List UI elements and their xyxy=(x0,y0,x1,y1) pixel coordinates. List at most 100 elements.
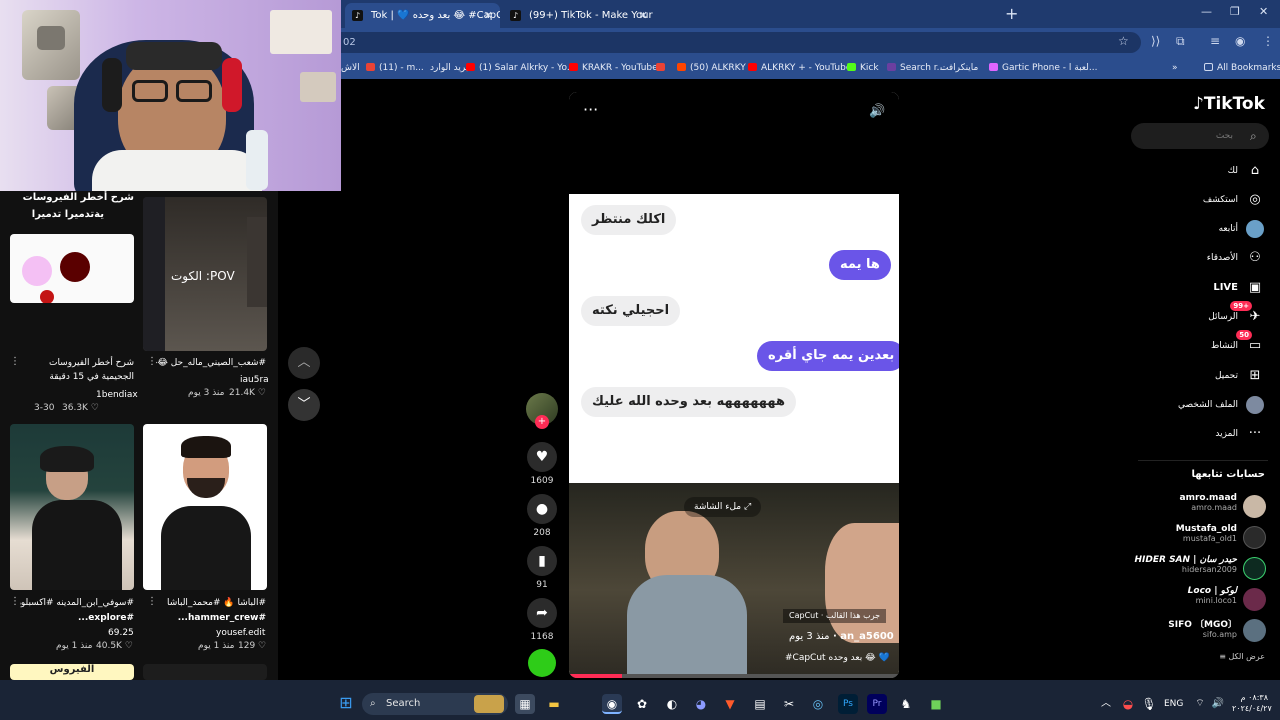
app-icon[interactable]: ✿ xyxy=(632,694,652,714)
chevron-up-icon[interactable]: ︿ xyxy=(1096,694,1116,714)
sidebar-item-profile[interactable]: الملف الشخصي xyxy=(1140,395,1266,415)
close-window-icon[interactable]: ✕ xyxy=(1259,5,1268,18)
bookmark-item[interactable]: Kick xyxy=(847,61,879,75)
comment-button[interactable]: ● 208 xyxy=(525,494,559,538)
save-button[interactable]: ▮ 91 xyxy=(525,546,559,590)
sidebar-item-live[interactable]: ▣ LIVE xyxy=(1140,278,1266,298)
sidebar-item-explore[interactable]: ◎ استكشف xyxy=(1140,190,1266,210)
close-icon[interactable]: ✕ xyxy=(639,3,648,28)
follow-plus-icon[interactable]: + xyxy=(535,415,549,429)
task-view-icon[interactable]: ▦ xyxy=(515,694,535,714)
premiere-icon[interactable]: Pr xyxy=(867,694,887,714)
puzzle-icon[interactable]: ⧉ xyxy=(1176,34,1185,49)
wifi-icon[interactable]: ⌔ xyxy=(1190,694,1210,714)
video-player[interactable]: ··· 🔊 اكلك منتظر ها يمه احجيلي نكته بعدي… xyxy=(569,92,899,678)
capcut-icon[interactable]: ✂ xyxy=(779,694,799,714)
video-thumbnail[interactable] xyxy=(143,424,267,590)
fill-screen-button[interactable]: ملء الشاشة ⤢ xyxy=(684,497,762,517)
volume-icon[interactable]: 🔊 xyxy=(869,104,885,119)
windows-start-icon[interactable]: ⊞ xyxy=(336,693,356,713)
all-bookmarks[interactable]: All Bookmarks xyxy=(1204,61,1280,75)
bookmark-item[interactable]: KRAKR - YouTube xyxy=(569,61,658,75)
bookmark-item[interactable]: Search r... xyxy=(887,61,945,75)
more-icon[interactable]: ⋮ xyxy=(10,596,20,607)
bookmark-item[interactable]: Gartic Phone - لعبة ا... xyxy=(989,61,1097,75)
author-row[interactable]: منذ 3 يوم · an_a5600 xyxy=(789,631,894,642)
capcut-template-badge[interactable]: CapCut · جرب هذا القالب xyxy=(783,609,887,623)
sidebar-item-messages[interactable]: ✈ +99 الرسائل xyxy=(1140,301,1266,327)
menu-icon[interactable]: ⋮ xyxy=(1262,34,1274,48)
discord-icon[interactable]: ◕ xyxy=(691,694,711,714)
sidebar-item-upload[interactable]: ⊞ تحميل xyxy=(1140,366,1266,386)
taskbar-search[interactable]: ⌕ Search xyxy=(362,693,508,715)
username[interactable]: yousef.edit xyxy=(216,628,265,638)
like-button[interactable]: ♥ 1609 xyxy=(525,442,559,486)
video-title[interactable]: #الباشا 🔥 #محمد_الباشا xyxy=(156,596,266,611)
bookmark-item[interactable] xyxy=(656,61,669,75)
video-thumbnail[interactable] xyxy=(10,424,134,590)
search-input[interactable]: بحث xyxy=(1131,123,1269,149)
steam-icon[interactable]: ◎ xyxy=(808,694,828,714)
close-icon[interactable]: ✕ xyxy=(484,3,493,28)
video-thumbnail[interactable]: POV: الكوت xyxy=(143,197,267,351)
chevron-right-icon[interactable]: » xyxy=(1172,61,1178,75)
progress-track[interactable] xyxy=(569,674,899,678)
sidebar-item-more[interactable]: ··· المزيد xyxy=(1140,424,1266,444)
bookmark-item[interactable]: الاش xyxy=(341,61,360,75)
restore-icon[interactable]: ❐ xyxy=(1230,5,1240,18)
minecraft-icon[interactable]: ■ xyxy=(926,694,946,714)
star-icon[interactable]: ☆ xyxy=(1118,34,1129,48)
profile-icon[interactable]: ◉ xyxy=(1235,34,1245,48)
photoshop-icon[interactable]: Ps xyxy=(838,694,858,714)
more-options-icon[interactable]: ··· xyxy=(583,100,598,119)
brave-icon[interactable]: ▼ xyxy=(720,694,740,714)
app-icon[interactable]: ♞ xyxy=(896,694,916,714)
sidebar-item-following[interactable]: أتابعه xyxy=(1140,219,1266,239)
language-indicator[interactable]: ENG xyxy=(1164,699,1183,709)
video-title[interactable]: #شعب_الصيني_ماله_حل 😂😂 xyxy=(156,356,266,371)
tiktok-logo[interactable]: ♪TikTok xyxy=(1193,94,1265,114)
following-account[interactable]: Mustafa_old mustafa_old1 xyxy=(1130,524,1268,552)
chevron-up-icon[interactable]: ︿ xyxy=(288,347,320,379)
following-account[interactable]: HIDER SAN | حيدر سان hidersan2009 xyxy=(1130,555,1268,583)
app-icon[interactable]: ▤ xyxy=(750,694,770,714)
video-thumbnail[interactable] xyxy=(10,234,134,303)
file-explorer-icon[interactable]: ▬ xyxy=(544,694,564,714)
bookmark-item[interactable]: ماينكرافت xyxy=(940,61,978,75)
search-icon[interactable]: ⌕ xyxy=(1250,129,1257,144)
bookmark-item[interactable]: (1) Salar Alkrky - Yo... xyxy=(466,61,575,75)
sidebar-item-foryou[interactable]: ⌂ لك xyxy=(1140,161,1266,181)
clock[interactable]: ٠٨:٣٨ م ٢٠٢٤/٠٤/٢٧ xyxy=(1232,692,1272,714)
music-disc-icon[interactable] xyxy=(528,649,556,677)
tab-capcut[interactable]: ♪ Tok | 💙 بعد وحده 😂 #CapCut ✕ xyxy=(345,3,500,28)
share-button[interactable]: ➦ 1168 xyxy=(525,598,559,642)
chevron-down-icon[interactable]: ﹀ xyxy=(288,389,320,421)
sidebar-item-activity[interactable]: ▭ 50 النشاط xyxy=(1140,330,1266,356)
more-icon[interactable]: ⋮ xyxy=(10,356,20,367)
video-title[interactable]: شرح أخطر الفيروسات الجحيمية في 15 دقيقة xyxy=(20,356,134,384)
volume-icon[interactable]: 🔊 xyxy=(1208,694,1228,714)
bookmark-item[interactable]: (11) - m... xyxy=(366,61,424,75)
bookmark-item[interactable]: ALKRKY + - YouTube xyxy=(748,61,851,75)
tray-icon[interactable]: ◒ xyxy=(1118,694,1138,714)
address-bar[interactable]: 02 xyxy=(341,32,1141,53)
following-account[interactable]: Loco | لوكو mini.loco1 xyxy=(1130,586,1268,614)
microphone-icon[interactable]: 🎙 xyxy=(1139,694,1159,714)
video-tag[interactable]: #explore... xyxy=(20,611,134,626)
username[interactable]: 1bendiax xyxy=(96,390,138,400)
obs-icon[interactable]: ◐ xyxy=(662,694,682,714)
username[interactable]: 69.25 xyxy=(108,628,134,638)
following-account[interactable]: amro.maad amro.maad xyxy=(1130,493,1268,521)
bookmark-item[interactable]: (50) ALKRKY xyxy=(677,61,746,75)
following-account[interactable]: SIFO 〔MGO〕 sifo.amp xyxy=(1130,617,1268,645)
see-all-link[interactable]: عرض الكل ≡ xyxy=(1160,652,1265,661)
sidebar-item-friends[interactable]: ⚇ الأصدقاء xyxy=(1140,248,1266,268)
chrome-icon[interactable]: ◉ xyxy=(602,694,622,714)
video-title[interactable]: #سوفي_ابن_المدينه #اكسبلور xyxy=(20,596,134,611)
minimize-icon[interactable]: — xyxy=(1201,5,1212,18)
new-tab-icon[interactable]: + xyxy=(1005,4,1018,23)
media-icon[interactable]: ≡ xyxy=(1210,34,1220,48)
username[interactable]: iau5ra xyxy=(240,375,269,385)
tab-tiktok[interactable]: ♪ (99+) TikTok - Make Your Day ✕ xyxy=(503,3,655,28)
extension-icon[interactable]: ⟩⟩ xyxy=(1151,34,1160,48)
